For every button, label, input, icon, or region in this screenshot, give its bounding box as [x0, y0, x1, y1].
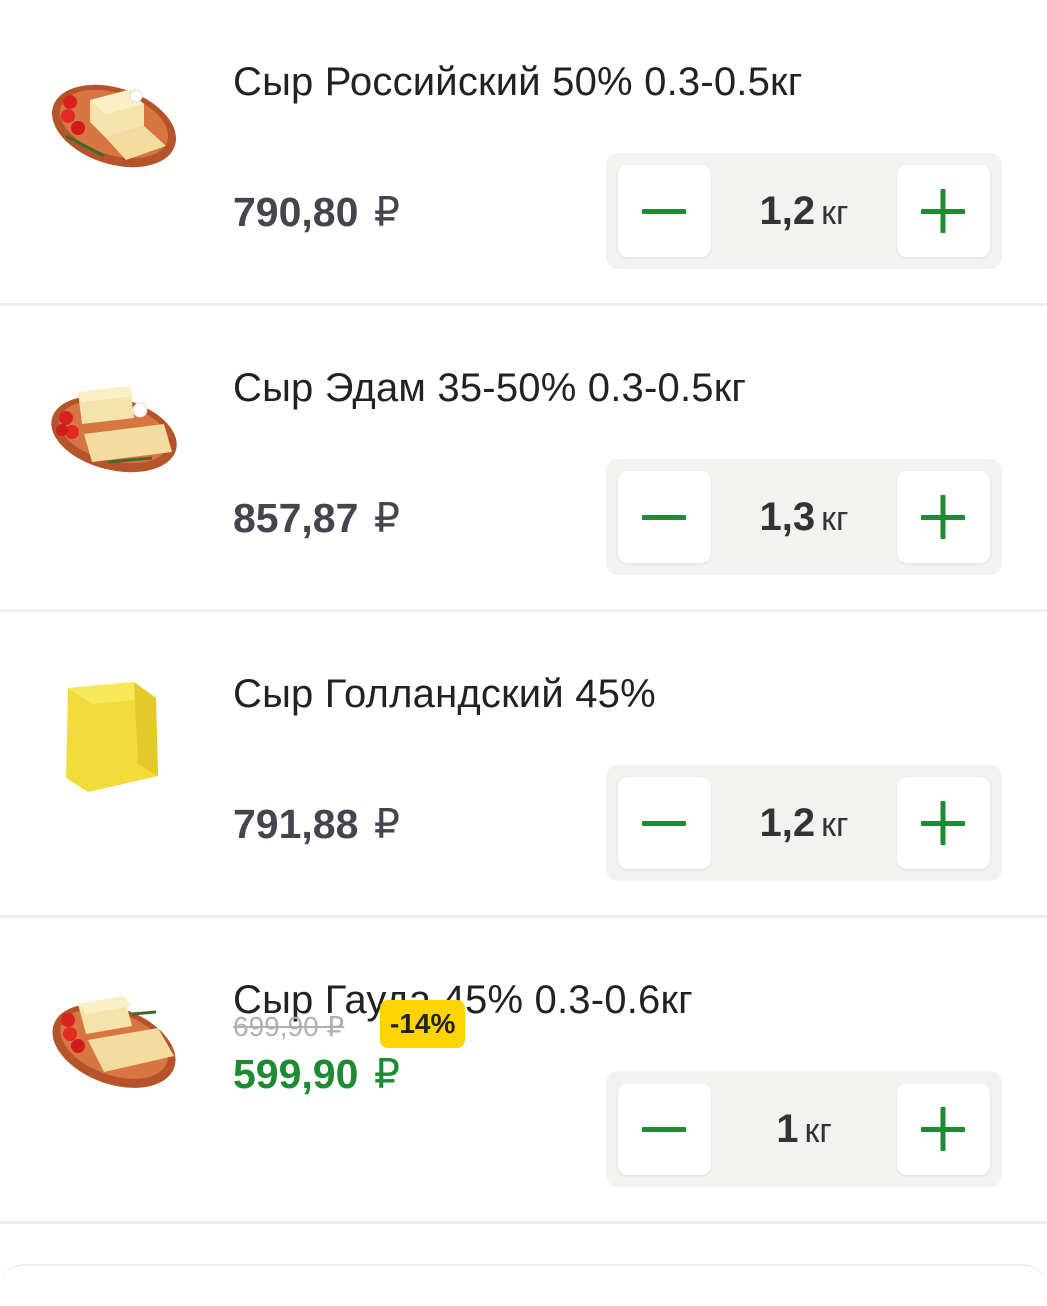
quantity-stepper: 1,2 кг — [606, 765, 1002, 881]
cart-item: Сыр Эдам 35-50% 0.3-0.5кг 857,87 ₽ 1,3 кг — [0, 306, 1047, 612]
price-currency: ₽ — [373, 801, 400, 847]
price-value: 791,88 — [233, 801, 359, 847]
increase-quantity-button[interactable] — [897, 165, 990, 257]
product-price: 791,88 ₽ — [233, 800, 400, 848]
plus-icon — [921, 801, 965, 845]
quantity-value: 1,2 кг — [711, 765, 897, 881]
product-title[interactable]: Сыр Эдам 35-50% 0.3-0.5кг — [233, 366, 746, 411]
price-value: 857,87 — [233, 495, 359, 541]
decrease-quantity-button[interactable] — [618, 1083, 711, 1175]
quantity-number: 1,2 — [759, 189, 816, 233]
minus-icon — [642, 515, 686, 520]
cart-item: Сыр Гауда 45% 0.3-0.6кг 699,90 ₽ -14% 59… — [0, 918, 1047, 1224]
quantity-value: 1 кг — [711, 1071, 897, 1187]
plus-icon — [921, 495, 965, 539]
cheese-block-icon — [66, 682, 158, 792]
cheese-platter-icon — [52, 84, 176, 168]
minus-icon — [642, 821, 686, 826]
quantity-unit: кг — [821, 500, 849, 538]
quantity-value: 1,2 кг — [711, 153, 897, 269]
cart-item-list: Сыр Российский 50% 0.3-0.5кг 790,80 ₽ 1,… — [0, 0, 1047, 1224]
quantity-stepper: 1,3 кг — [606, 459, 1002, 575]
minus-icon — [642, 209, 686, 214]
product-image-cheese-platter[interactable] — [48, 362, 184, 498]
old-price: 699,90 ₽ — [233, 1011, 345, 1042]
product-title[interactable]: Сыр Российский 50% 0.3-0.5кг — [233, 60, 803, 105]
quantity-stepper: 1,2 кг — [606, 153, 1002, 269]
quantity-unit: кг — [804, 1112, 832, 1150]
product-price: 790,80 ₽ — [233, 188, 400, 236]
plus-icon — [921, 1107, 965, 1151]
cheese-platter-icon — [52, 996, 176, 1088]
plus-icon — [921, 189, 965, 233]
decrease-quantity-button[interactable] — [618, 165, 711, 257]
quantity-number: 1 — [776, 1107, 799, 1151]
product-price: 857,87 ₽ — [233, 494, 400, 542]
price-value: 599,90 — [233, 1051, 359, 1097]
product-image-cheese-platter[interactable] — [48, 974, 184, 1110]
product-title[interactable]: Сыр Голландский 45% — [233, 672, 656, 717]
increase-quantity-button[interactable] — [897, 471, 990, 563]
price-value: 790,80 — [233, 189, 359, 235]
cart-item: Сыр Российский 50% 0.3-0.5кг 790,80 ₽ 1,… — [0, 0, 1047, 306]
increase-quantity-button[interactable] — [897, 777, 990, 869]
discount-badge: -14% — [380, 1000, 466, 1048]
quantity-stepper: 1 кг — [606, 1071, 1002, 1187]
price-currency: ₽ — [373, 1051, 400, 1097]
bottom-panel — [0, 1264, 1047, 1306]
quantity-number: 1,2 — [759, 801, 816, 845]
cheese-platter-icon — [51, 386, 177, 473]
cart-item: Сыр Голландский 45% 791,88 ₽ 1,2 кг — [0, 612, 1047, 918]
quantity-unit: кг — [821, 806, 849, 844]
price-currency: ₽ — [373, 189, 400, 235]
discounted-price: 599,90 ₽ — [233, 1050, 400, 1098]
decrease-quantity-button[interactable] — [618, 777, 711, 869]
increase-quantity-button[interactable] — [897, 1083, 990, 1175]
quantity-unit: кг — [821, 194, 849, 232]
minus-icon — [642, 1127, 686, 1132]
product-image-cheese-block[interactable] — [48, 668, 184, 804]
quantity-value: 1,3 кг — [711, 459, 897, 575]
quantity-number: 1,3 — [759, 495, 816, 539]
decrease-quantity-button[interactable] — [618, 471, 711, 563]
product-image-cheese-platter[interactable] — [48, 56, 184, 192]
price-currency: ₽ — [373, 495, 400, 541]
